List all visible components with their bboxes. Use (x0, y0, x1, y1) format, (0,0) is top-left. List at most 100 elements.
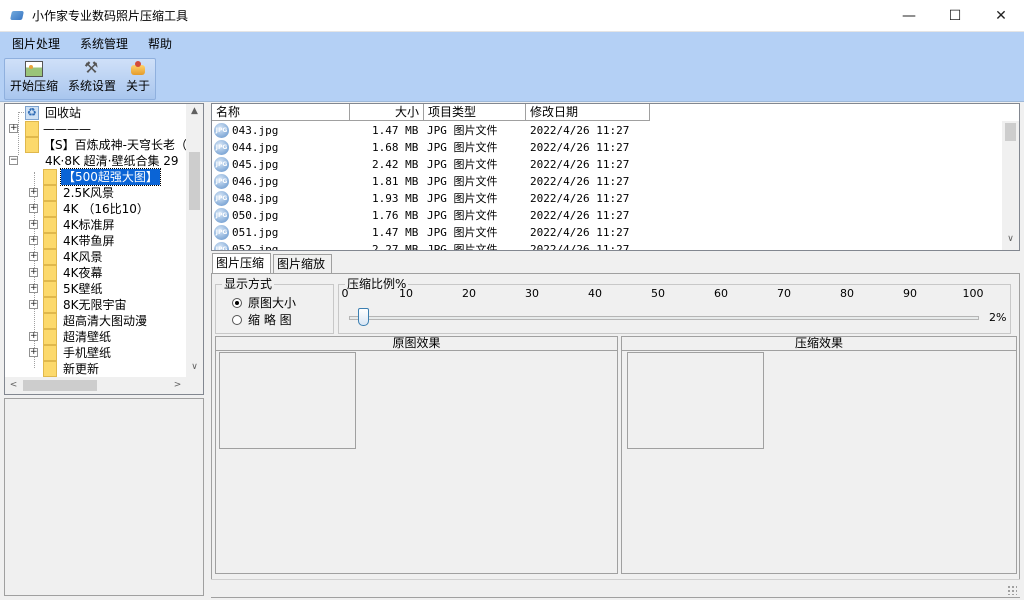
jpg-file-icon: JPG (214, 225, 229, 240)
ratio-tick-label: 30 (525, 287, 539, 300)
expand-icon[interactable]: + (29, 268, 38, 277)
expand-icon[interactable]: + (29, 252, 38, 261)
folder-icon (43, 361, 57, 377)
scroll-left-icon[interactable]: < (5, 380, 22, 390)
file-type: JPG 图片文件 (427, 226, 498, 239)
tree-label: 【500超强大图】 (60, 168, 161, 186)
tree-label: 4K （16比10） (63, 202, 149, 216)
column-header-size[interactable]: 大小 (350, 104, 424, 121)
expand-icon[interactable]: + (29, 300, 38, 309)
tree-item-child[interactable]: + 8K无限宇宙 (5, 297, 185, 313)
file-type: JPG 图片文件 (427, 158, 498, 171)
file-row[interactable]: JPG 043.jpg 1.47 MB JPG 图片文件 2022/4/26 1… (212, 122, 1002, 139)
tree-item-child[interactable]: + 4K带鱼屏 (5, 233, 185, 249)
file-row[interactable]: JPG 050.jpg 1.76 MB JPG 图片文件 2022/4/26 1… (212, 207, 1002, 224)
system-settings-button[interactable]: 系统设置 (63, 58, 121, 99)
tab-content-compress: 显示方式 原图大小 缩 略 图 压缩比例% 0 10 20 30 40 50 60 70 80 9… (211, 273, 1020, 598)
tab-image-scale[interactable]: 图片缩放 (273, 254, 332, 274)
folder-icon (43, 169, 57, 185)
scroll-thumb[interactable] (189, 152, 200, 210)
scroll-thumb[interactable] (23, 380, 97, 391)
expand-icon[interactable]: + (29, 220, 38, 229)
file-row[interactable]: JPG 052.jpg 2.27 MB JPG 图片文件 2022/4/26 1… (212, 241, 1002, 251)
scroll-down-icon[interactable]: ∨ (186, 362, 203, 372)
ratio-tick-label: 0 (341, 287, 349, 300)
display-mode-group: 显示方式 原图大小 缩 略 图 (215, 277, 334, 334)
tree-item-child[interactable]: + 5K壁纸 (5, 281, 185, 297)
tree-item-child[interactable]: 超高清大图动漫 (5, 313, 185, 329)
column-header-type[interactable]: 项目类型 (424, 104, 526, 121)
tree-vertical-scrollbar[interactable]: ▲ ∨ (186, 104, 203, 377)
file-list-scrollbar[interactable]: ▲ ∨ (1002, 121, 1019, 250)
resize-grip-icon[interactable] (1007, 585, 1017, 595)
tree-item-recycle-bin[interactable]: 回收站 (25, 105, 185, 121)
file-date: 2022/4/26 11:27 (530, 124, 630, 137)
start-compress-button[interactable]: 开始压缩 (5, 59, 63, 99)
tree-label: 新更新 (63, 362, 100, 376)
file-type: JPG 图片文件 (427, 192, 498, 205)
collapse-icon[interactable]: − (9, 156, 18, 165)
ratio-tick-label: 90 (903, 287, 917, 300)
toolbar-group: 开始压缩 系统设置 关于 (4, 58, 157, 100)
expand-icon[interactable]: + (29, 188, 38, 197)
tree-item-child[interactable]: 新更新 (5, 361, 185, 377)
file-size: 1.76 MB (372, 209, 419, 222)
ratio-slider-track[interactable] (349, 316, 979, 320)
expand-icon[interactable]: + (9, 124, 18, 133)
tab-image-compress[interactable]: 图片压缩 (212, 253, 271, 274)
original-preview-title: 原图效果 (216, 337, 617, 351)
tree-item-child[interactable]: + 2.5K风景 (5, 185, 185, 201)
scroll-thumb[interactable] (1005, 123, 1016, 141)
compressed-preview-title: 压缩效果 (622, 337, 1016, 351)
file-list[interactable]: 名称 大小 项目类型 修改日期 JPG 043.jpg 1.47 MB JPG … (211, 103, 1020, 251)
file-date: 2022/4/26 11:27 (530, 243, 630, 251)
file-row[interactable]: JPG 048.jpg 1.93 MB JPG 图片文件 2022/4/26 1… (212, 190, 1002, 207)
file-row[interactable]: JPG 051.jpg 1.47 MB JPG 图片文件 2022/4/26 1… (212, 224, 1002, 241)
tree-item-separator[interactable]: + ———— (5, 121, 185, 137)
file-row[interactable]: JPG 044.jpg 1.68 MB JPG 图片文件 2022/4/26 1… (212, 139, 1002, 156)
radio-unchecked-icon[interactable] (232, 315, 242, 325)
tree-item-s[interactable]: 【S】百炼成神-天穹长老（ (5, 137, 187, 153)
ratio-slider-thumb[interactable] (357, 308, 369, 326)
folder-tree[interactable]: 回收站 + ———— 【S】百炼成神-天穹长老（ − 4K·8K 超清·壁纸合集… (4, 103, 204, 395)
jpg-file-icon: JPG (214, 191, 229, 206)
column-header-name[interactable]: 名称 (212, 104, 350, 121)
tree-item-4k8k[interactable]: − 4K·8K 超清·壁纸合集 29 (5, 153, 185, 169)
scroll-up-icon[interactable]: ▲ (186, 106, 203, 116)
close-button[interactable]: ✕ (978, 0, 1024, 32)
tree-item-selected[interactable]: 【500超强大图】 (5, 168, 185, 186)
maximize-button[interactable]: ☐ (932, 0, 978, 32)
radio-checked-icon[interactable] (232, 298, 242, 308)
menu-image-processing[interactable]: 图片处理 (4, 32, 68, 56)
file-date: 2022/4/26 11:27 (530, 209, 630, 222)
expand-icon[interactable]: + (29, 236, 38, 245)
tree-bottom-panel (4, 398, 204, 596)
file-size: 1.68 MB (372, 141, 419, 154)
tree-item-child[interactable]: + 超清壁纸 (5, 329, 185, 345)
tree-label: 5K壁纸 (63, 282, 103, 296)
folder-icon (43, 297, 57, 313)
expand-icon[interactable]: + (29, 204, 38, 213)
compressed-preview-panel: 压缩效果 (621, 336, 1017, 574)
file-name: 043.jpg (232, 124, 279, 137)
tree-item-child[interactable]: + 4K风景 (5, 249, 185, 265)
file-row[interactable]: JPG 046.jpg 1.81 MB JPG 图片文件 2022/4/26 1… (212, 173, 1002, 190)
file-type: JPG 图片文件 (427, 209, 498, 222)
tree-item-child[interactable]: + 4K标准屏 (5, 217, 185, 233)
expand-icon[interactable]: + (29, 332, 38, 341)
scroll-down-icon[interactable]: ∨ (1002, 234, 1019, 244)
file-name: 050.jpg (232, 209, 279, 222)
expand-icon[interactable]: + (29, 348, 38, 357)
expand-icon[interactable]: + (29, 284, 38, 293)
file-row[interactable]: JPG 045.jpg 2.42 MB JPG 图片文件 2022/4/26 1… (212, 156, 1002, 173)
tree-horizontal-scrollbar[interactable]: < > (5, 377, 203, 394)
scroll-right-icon[interactable]: > (169, 380, 186, 390)
column-header-date[interactable]: 修改日期 (526, 104, 650, 121)
menu-help[interactable]: 帮助 (140, 32, 180, 56)
tree-item-child[interactable]: + 4K （16比10） (5, 201, 185, 217)
about-button[interactable]: 关于 (121, 59, 155, 99)
tree-item-child[interactable]: + 手机壁纸 (5, 345, 185, 361)
menu-system-management[interactable]: 系统管理 (72, 32, 136, 56)
tree-item-child[interactable]: + 4K夜幕 (5, 265, 185, 281)
minimize-button[interactable]: — (886, 0, 932, 32)
